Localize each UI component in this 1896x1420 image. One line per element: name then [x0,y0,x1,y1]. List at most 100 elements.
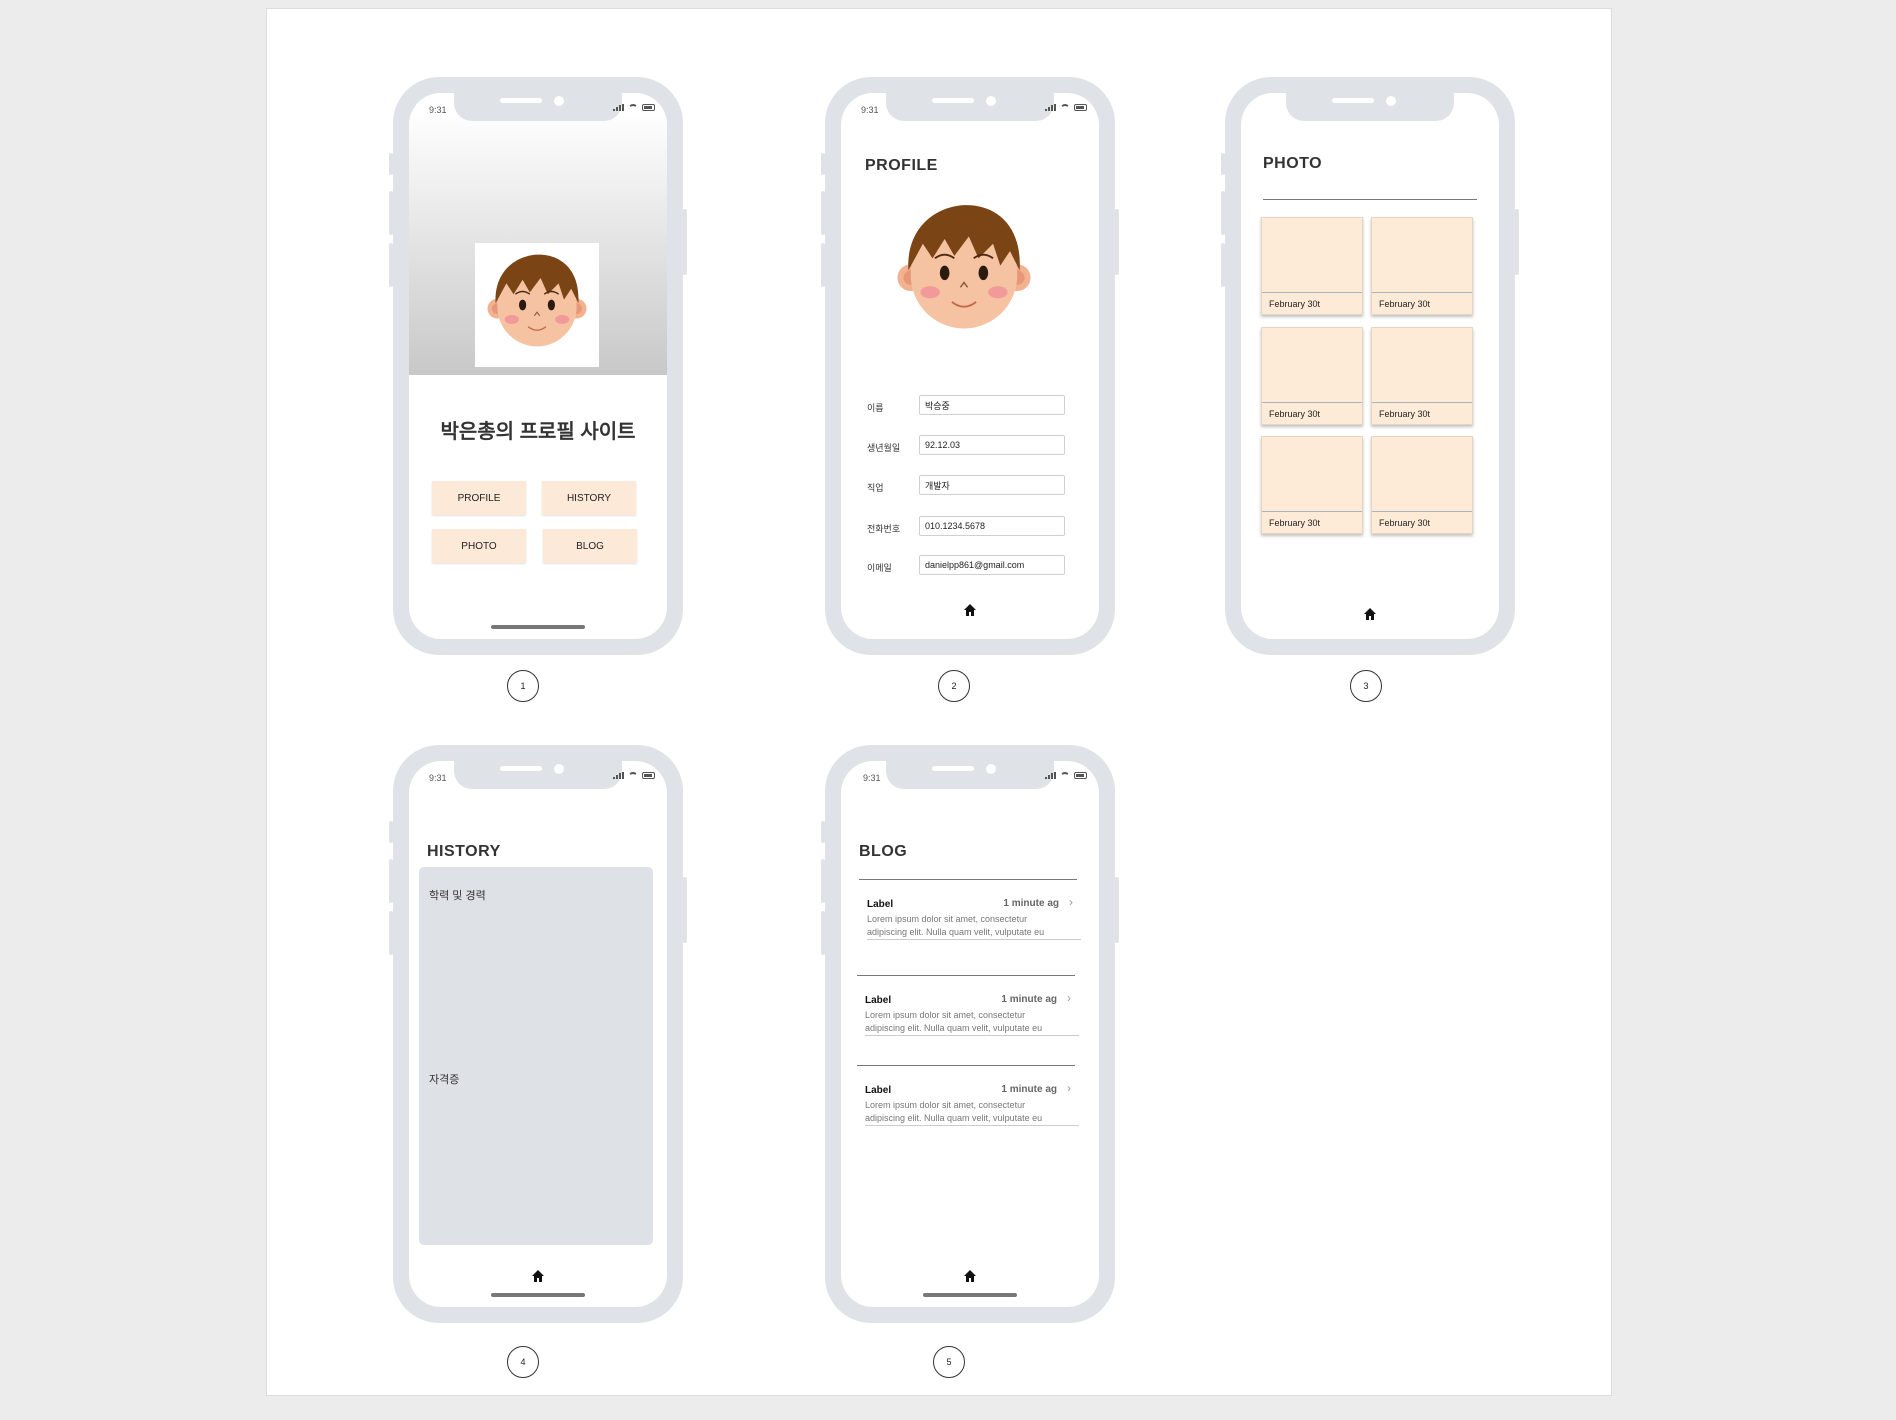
status-bar: 9:31 [841,761,1099,791]
screen-home: 9:31 박은총의 프로필 사이트 PROFILE HISTORY PHOTO … [409,93,667,639]
home-indicator[interactable] [923,1293,1017,1297]
home-indicator[interactable] [491,1293,585,1297]
status-time: 9:31 [429,773,447,783]
screen-history: 9:31 HISTORY 학력 및 경력 자격증 [409,761,667,1307]
screen-blog: 9:31 BLOG Label 1 minute ag › Lorem ipsu… [841,761,1099,1307]
status-time: 9:31 [863,773,881,783]
photo-card[interactable]: February 30t [1371,327,1473,425]
photo-caption: February 30t [1372,511,1472,533]
item-underline [865,1125,1079,1126]
signal-icon [613,772,624,779]
home-icon[interactable] [1363,607,1377,621]
page-title: HISTORY [427,843,501,860]
battery-icon [1074,772,1087,779]
job-label: 직업 [867,483,884,493]
email-label: 이메일 [867,563,892,573]
page-title: PROFILE [865,157,938,174]
kid-avatar-icon [896,204,1032,330]
status-time: 9:31 [429,105,447,115]
phone-label: 전화번호 [867,524,901,534]
name-field[interactable] [919,395,1065,415]
job-field[interactable] [919,475,1065,495]
page-number-2: 2 [938,670,970,702]
title-divider [1263,199,1477,200]
home-icon[interactable] [963,603,977,617]
blog-item-time: 1 minute ag [1001,994,1057,1005]
page-number-1: 1 [507,670,539,702]
volume-up-button [389,191,393,235]
blog-item-label: Label [865,1085,892,1096]
wifi-icon [628,104,638,111]
mute-switch [389,821,393,843]
excerpt-line: Lorem ipsum dolor sit amet, consectetur [867,914,1028,924]
item-underline [867,939,1081,940]
email-field[interactable] [919,555,1065,575]
excerpt-line: Lorem ipsum dolor sit amet, consectetur [865,1010,1026,1020]
volume-down-button [821,243,825,287]
photo-button[interactable]: PHOTO [432,529,526,563]
education-career-heading: 학력 및 경력 [429,890,486,902]
power-button [683,209,687,275]
home-icon[interactable] [531,1269,545,1283]
blog-list-item[interactable]: Label 1 minute ag › Lorem ipsum dolor si… [855,1075,1079,1135]
blog-item-label: Label [867,899,894,910]
excerpt-line: adipiscing elit. Nulla quam velit, vulpu… [867,927,1045,937]
blog-list-item[interactable]: Label 1 minute ag › Lorem ipsum dolor si… [855,985,1079,1045]
blog-item-excerpt: Lorem ipsum dolor sit amet, consectetur … [867,913,1081,939]
item-divider [857,1065,1075,1066]
status-bar: 9:31 [409,93,667,123]
photo-card[interactable]: February 30t [1371,217,1473,315]
history-button[interactable]: HISTORY [542,481,636,515]
mute-switch [821,821,825,843]
photo-card[interactable]: February 30t [1261,217,1363,315]
photo-card[interactable]: February 30t [1371,436,1473,534]
photo-card[interactable]: February 30t [1261,327,1363,425]
notch [1286,93,1454,121]
wifi-icon [628,772,638,779]
profile-button[interactable]: PROFILE [432,481,526,515]
power-button [1115,877,1119,943]
photo-caption: February 30t [1372,292,1472,314]
blog-item-excerpt: Lorem ipsum dolor sit amet, consectetur … [865,1099,1079,1125]
phone-field[interactable] [919,516,1065,536]
item-underline [865,1035,1079,1036]
home-icon[interactable] [963,1269,977,1283]
signal-icon [1045,772,1056,779]
volume-up-button [389,859,393,903]
volume-up-button [821,859,825,903]
blog-list-item[interactable]: Label 1 minute ag › Lorem ipsum dolor si… [857,889,1081,949]
volume-down-button [389,911,393,955]
mute-switch [821,153,825,175]
history-panel: 학력 및 경력 자격증 [419,867,653,1245]
power-button [1115,209,1119,275]
excerpt-line: adipiscing elit. Nulla quam velit, vulpu… [865,1113,1043,1123]
battery-icon [1074,104,1087,111]
page-title: BLOG [859,843,908,860]
photo-card[interactable]: February 30t [1261,436,1363,534]
status-time: 9:31 [861,105,879,115]
hero-banner [409,93,667,375]
phone-blog: 9:31 BLOG Label 1 minute ag › Lorem ipsu… [821,745,1119,1323]
mute-switch [1221,153,1225,175]
volume-down-button [1221,243,1225,287]
profile-avatar [475,243,599,367]
page-number-5: 5 [933,1346,965,1378]
blog-item-excerpt: Lorem ipsum dolor sit amet, consectetur … [865,1009,1079,1035]
phone-photo: PHOTO February 30t February 30t February… [1221,77,1519,655]
volume-up-button [821,191,825,235]
blog-item-label: Label [865,995,892,1006]
chevron-right-icon: › [1067,991,1071,1005]
signal-icon [1045,104,1056,111]
page-number-3: 3 [1350,670,1382,702]
mute-switch [389,153,393,175]
blog-item-time: 1 minute ag [1001,1084,1057,1095]
birthdate-field[interactable] [919,435,1065,455]
kid-avatar-icon [486,253,588,348]
home-indicator[interactable] [491,625,585,629]
battery-icon [642,104,655,111]
screen-profile: 9:31 PROFILE 이름 생년월일 직업 전화번호 이메일 [841,93,1099,639]
power-button [683,877,687,943]
blog-button[interactable]: BLOG [543,529,637,563]
title-divider [859,879,1077,880]
wireframe-board: 9:31 박은총의 프로필 사이트 PROFILE HISTORY PHOTO … [266,8,1612,1396]
